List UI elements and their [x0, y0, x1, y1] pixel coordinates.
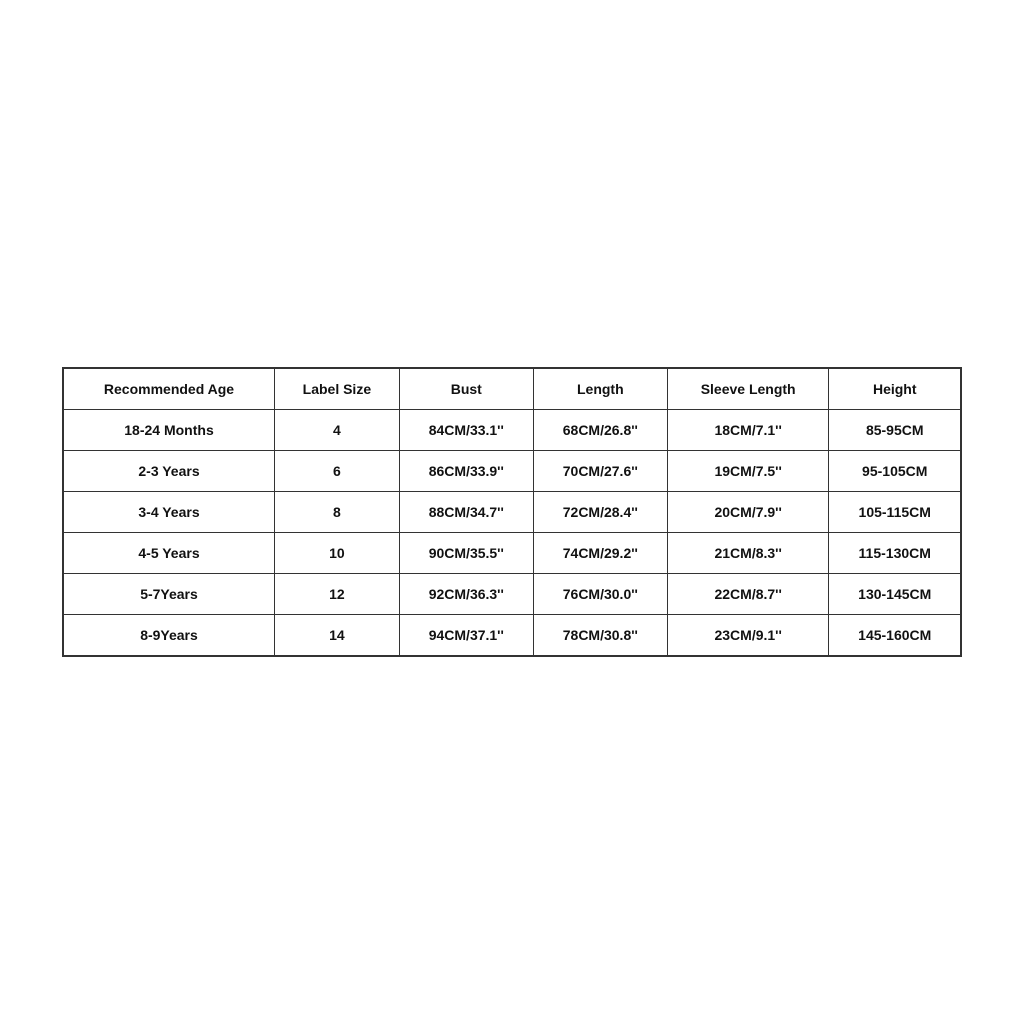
cell-length: 78CM/30.8'': [533, 615, 667, 657]
cell-length: 74CM/29.2'': [533, 533, 667, 574]
cell-age: 8-9Years: [63, 615, 275, 657]
cell-sleeve-length: 23CM/9.1'': [667, 615, 829, 657]
header-bust: Bust: [399, 368, 533, 410]
cell-sleeve-length: 19CM/7.5'': [667, 451, 829, 492]
cell-height: 115-130CM: [829, 533, 961, 574]
cell-height: 105-115CM: [829, 492, 961, 533]
cell-bust: 92CM/36.3'': [399, 574, 533, 615]
cell-age: 5-7Years: [63, 574, 275, 615]
table-row: 18-24 Months484CM/33.1''68CM/26.8''18CM/…: [63, 410, 961, 451]
cell-bust: 88CM/34.7'': [399, 492, 533, 533]
cell-age: 4-5 Years: [63, 533, 275, 574]
table-row: 8-9Years1494CM/37.1''78CM/30.8''23CM/9.1…: [63, 615, 961, 657]
header-recommended-age: Recommended Age: [63, 368, 275, 410]
cell-sleeve-length: 22CM/8.7'': [667, 574, 829, 615]
cell-height: 85-95CM: [829, 410, 961, 451]
cell-label-size: 12: [275, 574, 400, 615]
cell-age: 3-4 Years: [63, 492, 275, 533]
cell-length: 76CM/30.0'': [533, 574, 667, 615]
cell-age: 18-24 Months: [63, 410, 275, 451]
cell-height: 95-105CM: [829, 451, 961, 492]
size-chart-container: Recommended Age Label Size Bust Length S…: [62, 367, 962, 657]
cell-label-size: 6: [275, 451, 400, 492]
size-chart-table: Recommended Age Label Size Bust Length S…: [62, 367, 962, 657]
cell-bust: 84CM/33.1'': [399, 410, 533, 451]
table-row: 2-3 Years686CM/33.9''70CM/27.6''19CM/7.5…: [63, 451, 961, 492]
table-row: 5-7Years1292CM/36.3''76CM/30.0''22CM/8.7…: [63, 574, 961, 615]
cell-height: 130-145CM: [829, 574, 961, 615]
header-length: Length: [533, 368, 667, 410]
cell-label-size: 8: [275, 492, 400, 533]
cell-length: 68CM/26.8'': [533, 410, 667, 451]
cell-bust: 94CM/37.1'': [399, 615, 533, 657]
table-row: 3-4 Years888CM/34.7''72CM/28.4''20CM/7.9…: [63, 492, 961, 533]
cell-label-size: 14: [275, 615, 400, 657]
cell-bust: 86CM/33.9'': [399, 451, 533, 492]
header-sleeve-length: Sleeve Length: [667, 368, 829, 410]
cell-sleeve-length: 18CM/7.1'': [667, 410, 829, 451]
cell-bust: 90CM/35.5'': [399, 533, 533, 574]
table-row: 4-5 Years1090CM/35.5''74CM/29.2''21CM/8.…: [63, 533, 961, 574]
cell-label-size: 10: [275, 533, 400, 574]
header-height: Height: [829, 368, 961, 410]
cell-label-size: 4: [275, 410, 400, 451]
header-label-size: Label Size: [275, 368, 400, 410]
cell-sleeve-length: 21CM/8.3'': [667, 533, 829, 574]
cell-age: 2-3 Years: [63, 451, 275, 492]
cell-length: 72CM/28.4'': [533, 492, 667, 533]
cell-length: 70CM/27.6'': [533, 451, 667, 492]
table-header-row: Recommended Age Label Size Bust Length S…: [63, 368, 961, 410]
cell-sleeve-length: 20CM/7.9'': [667, 492, 829, 533]
cell-height: 145-160CM: [829, 615, 961, 657]
